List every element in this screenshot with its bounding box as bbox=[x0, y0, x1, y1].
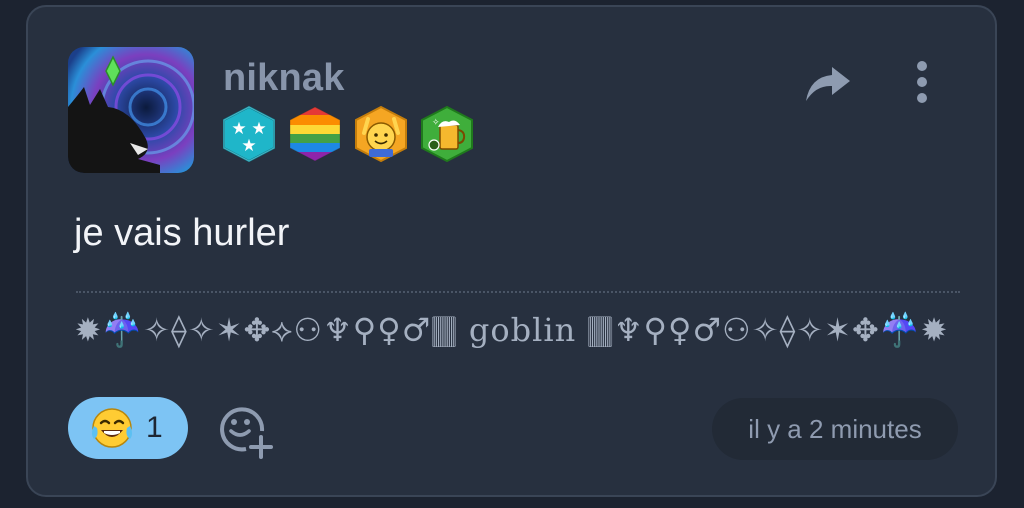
username[interactable]: niknak bbox=[223, 57, 345, 100]
post-card: niknak ★ ★ ★ ✧ je vais hurler ✹☔✧⟠✧✶✥⟡⚇♆… bbox=[26, 5, 997, 497]
badge-row: ★ ★ ★ ✧ bbox=[222, 105, 474, 163]
post-body-text: je vais hurler bbox=[74, 212, 290, 254]
add-reaction-button[interactable] bbox=[216, 401, 274, 459]
svg-text:✧: ✧ bbox=[432, 118, 440, 128]
post-timestamp: il y a 2 minutes bbox=[712, 398, 958, 460]
hands-up-face-badge-icon[interactable] bbox=[354, 105, 408, 163]
rainbow-flag-badge-icon[interactable] bbox=[288, 105, 342, 163]
more-options-button[interactable] bbox=[910, 59, 934, 105]
reaction-count: 1 bbox=[146, 411, 163, 444]
share-button[interactable] bbox=[804, 63, 852, 105]
signature-divider bbox=[76, 291, 960, 293]
svg-text:★: ★ bbox=[241, 136, 256, 156]
beer-mug-badge-icon[interactable]: ✧ bbox=[420, 105, 474, 163]
stars-badge-icon[interactable]: ★ ★ ★ bbox=[222, 105, 276, 163]
face-with-tears-of-joy-icon bbox=[92, 408, 132, 448]
reaction-chip[interactable]: 1 bbox=[68, 397, 188, 459]
avatar[interactable] bbox=[68, 47, 194, 173]
user-signature: ✹☔✧⟠✧✶✥⟡⚇♆⚲♀♂🀫 goblin 🀫♆⚲♀♂⚇✧⟠✧✶✥☔✹ bbox=[74, 311, 949, 349]
